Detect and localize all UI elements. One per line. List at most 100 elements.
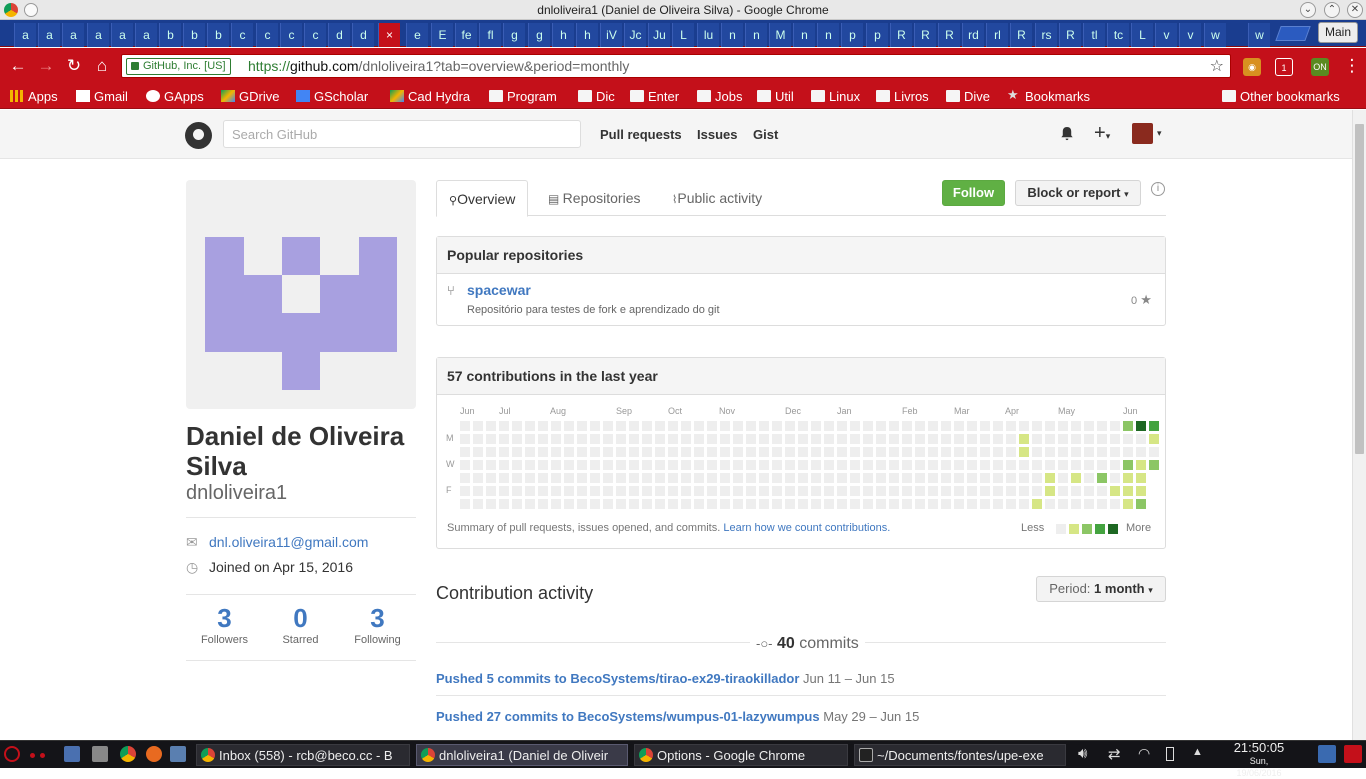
contribution-day[interactable]	[538, 499, 548, 509]
contribution-day[interactable]	[603, 473, 613, 483]
contribution-day[interactable]	[590, 460, 600, 470]
browser-tab[interactable]: E	[431, 23, 453, 47]
contribution-day[interactable]	[460, 460, 470, 470]
contribution-day[interactable]	[590, 434, 600, 444]
browser-tab[interactable]: d	[352, 23, 374, 47]
contribution-day[interactable]	[1006, 421, 1016, 431]
contribution-day[interactable]	[967, 434, 977, 444]
contribution-day[interactable]	[1097, 473, 1107, 483]
browser-tab[interactable]: rl	[986, 23, 1008, 47]
contribution-day[interactable]	[1110, 434, 1120, 444]
contribution-day[interactable]	[876, 447, 886, 457]
contribution-day[interactable]	[1084, 447, 1094, 457]
contribution-day[interactable]	[811, 460, 821, 470]
contribution-day[interactable]	[629, 421, 639, 431]
contribution-day[interactable]	[1045, 460, 1055, 470]
browser-tab[interactable]: rs	[1035, 23, 1057, 47]
contribution-day[interactable]	[655, 434, 665, 444]
contribution-day[interactable]	[629, 460, 639, 470]
browser-tab[interactable]: n	[745, 23, 767, 47]
contribution-day[interactable]	[915, 473, 925, 483]
contribution-day[interactable]	[876, 486, 886, 496]
browser-tab[interactable]: tl	[1083, 23, 1105, 47]
contribution-day[interactable]	[902, 486, 912, 496]
browser-tab[interactable]: p	[866, 23, 888, 47]
contribution-day[interactable]	[551, 473, 561, 483]
contribution-day[interactable]	[720, 460, 730, 470]
firefox-icon[interactable]	[146, 746, 162, 762]
bookmark-dive[interactable]: Dive	[946, 87, 990, 106]
contribution-day[interactable]	[785, 447, 795, 457]
contribution-day[interactable]	[759, 499, 769, 509]
contribution-day[interactable]	[629, 434, 639, 444]
contribution-day[interactable]	[681, 499, 691, 509]
contribution-day[interactable]	[655, 460, 665, 470]
contribution-day[interactable]	[499, 421, 509, 431]
contribution-day[interactable]	[460, 499, 470, 509]
contribution-day[interactable]	[499, 473, 509, 483]
browser-tab[interactable]: R	[914, 23, 936, 47]
contribution-day[interactable]	[746, 499, 756, 509]
contribution-day[interactable]	[681, 421, 691, 431]
browser-tab[interactable]: a	[62, 23, 84, 47]
contribution-day[interactable]	[1058, 499, 1068, 509]
contribution-day[interactable]	[811, 421, 821, 431]
extension-basket-icon[interactable]: ◉	[1243, 58, 1261, 76]
contribution-day[interactable]	[1084, 434, 1094, 444]
contribution-day[interactable]	[889, 499, 899, 509]
nav-gist[interactable]: Gist	[753, 127, 778, 142]
contribution-day[interactable]	[785, 473, 795, 483]
contribution-day[interactable]	[928, 421, 938, 431]
user-avatar[interactable]	[1132, 123, 1153, 144]
contribution-day[interactable]	[629, 499, 639, 509]
contribution-day[interactable]	[694, 486, 704, 496]
contribution-day[interactable]	[876, 460, 886, 470]
search-input[interactable]: Search GitHub	[223, 120, 581, 148]
contribution-day[interactable]	[1149, 434, 1159, 444]
contribution-day[interactable]	[707, 486, 717, 496]
contribution-day[interactable]	[889, 486, 899, 496]
ev-certificate-badge[interactable]: GitHub, Inc. [US]	[126, 58, 231, 75]
clock[interactable]: 21:50:05 Sun, 19/06/2016	[1226, 741, 1292, 779]
contribution-day[interactable]	[915, 499, 925, 509]
contribution-day[interactable]	[1058, 473, 1068, 483]
contribution-day[interactable]	[1110, 486, 1120, 496]
contribution-day[interactable]	[1136, 460, 1146, 470]
reload-icon[interactable]: ↻	[64, 56, 84, 76]
tab-overview[interactable]: ⚲Overview	[436, 180, 529, 217]
contribution-day[interactable]	[1149, 421, 1159, 431]
contribution-day[interactable]	[1006, 473, 1016, 483]
contribution-day[interactable]	[889, 434, 899, 444]
contribution-day[interactable]	[1123, 473, 1133, 483]
browser-tab[interactable]: iV	[600, 23, 622, 47]
contribution-day[interactable]	[837, 460, 847, 470]
contribution-day[interactable]	[954, 473, 964, 483]
contribution-day[interactable]	[629, 473, 639, 483]
contribution-day[interactable]	[1136, 486, 1146, 496]
browser-tab[interactable]: h	[576, 23, 598, 47]
contribution-day[interactable]	[564, 473, 574, 483]
contribution-day[interactable]	[1084, 460, 1094, 470]
bookmark-util[interactable]: Util	[757, 87, 794, 106]
browser-tab[interactable]: a	[14, 23, 36, 47]
contribution-day[interactable]	[1006, 499, 1016, 509]
page-scrollbar[interactable]	[1352, 110, 1366, 740]
bell-icon[interactable]	[1060, 126, 1074, 141]
contribution-day[interactable]	[837, 473, 847, 483]
task-github-profile[interactable]: dnloliveira1 (Daniel de Oliveir	[416, 744, 628, 766]
contribution-day[interactable]	[1006, 447, 1016, 457]
contribution-day[interactable]	[1071, 460, 1081, 470]
contribution-day[interactable]	[538, 486, 548, 496]
browser-tab[interactable]: g	[528, 23, 550, 47]
contribution-day[interactable]	[590, 447, 600, 457]
browser-tab[interactable]: tc	[1107, 23, 1129, 47]
contribution-day[interactable]	[707, 460, 717, 470]
contribution-day[interactable]	[668, 473, 678, 483]
contribution-day[interactable]	[1019, 434, 1029, 444]
contribution-day[interactable]	[707, 421, 717, 431]
browser-tab[interactable]: a	[87, 23, 109, 47]
contribution-day[interactable]	[876, 473, 886, 483]
contribution-day[interactable]	[1136, 421, 1146, 431]
contribution-day[interactable]	[837, 486, 847, 496]
bookmark-dic[interactable]: Dic	[578, 87, 615, 106]
